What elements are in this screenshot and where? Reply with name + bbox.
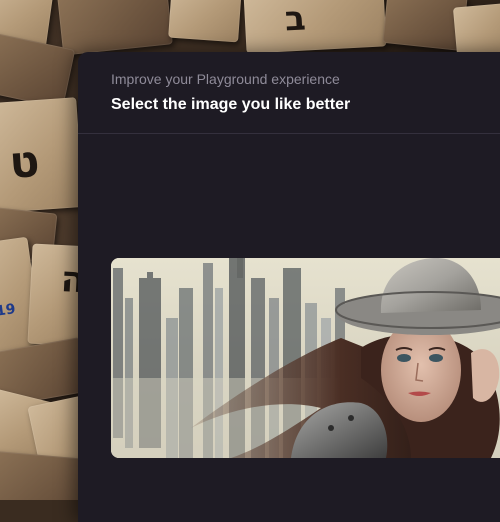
- feedback-modal: Improve your Playground experience Selec…: [78, 52, 500, 522]
- tile-glyph: 19: [0, 301, 17, 320]
- tile-glyph: ט: [7, 135, 42, 189]
- generated-image-woman-city: [111, 258, 500, 458]
- tile-glyph: ב: [283, 0, 307, 40]
- modal-subtitle: Improve your Playground experience: [111, 71, 340, 87]
- image-option-a[interactable]: [111, 258, 500, 458]
- modal-header: Improve your Playground experience Selec…: [78, 52, 500, 134]
- modal-title: Select the image you like better: [111, 96, 351, 113]
